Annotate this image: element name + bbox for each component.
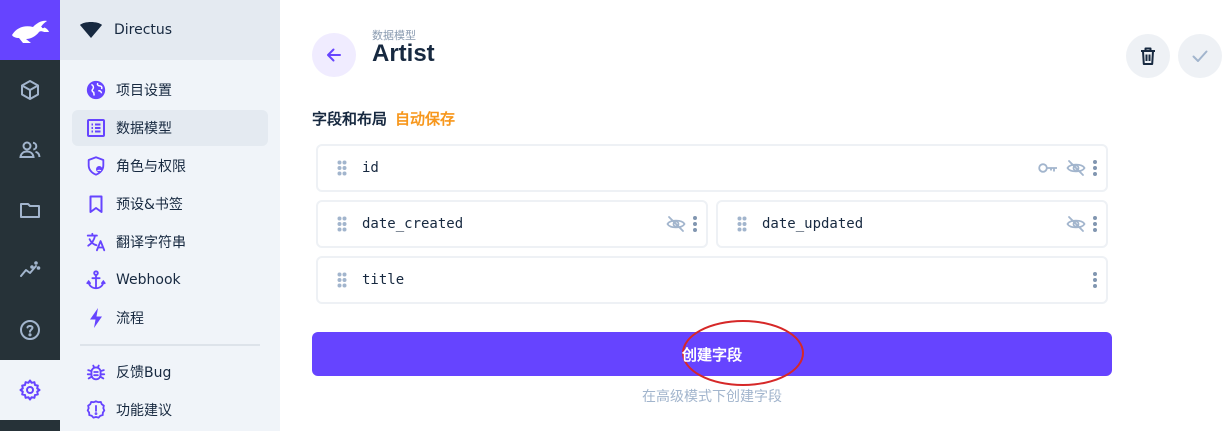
module-insights[interactable]	[0, 240, 60, 300]
users-icon	[19, 141, 41, 158]
field-actions	[1066, 213, 1098, 235]
project-header[interactable]: Directus	[60, 0, 280, 60]
project-name: Directus	[114, 22, 173, 38]
directus-logo[interactable]	[0, 0, 60, 60]
rabbit-logo-icon	[12, 20, 49, 43]
field-name: date_created	[362, 216, 464, 232]
page-header: 数据模型 Artist	[280, 0, 1231, 110]
module-users[interactable]	[0, 120, 60, 180]
delete-button[interactable]	[1126, 34, 1170, 78]
nav-item-webhook[interactable]: Webhook	[72, 262, 268, 298]
field-name: date_updated	[762, 216, 864, 232]
settings-navigation: Directus 项目设置 数据模型 角色与权限 预设&书签 翻译字符串 Web…	[60, 0, 280, 431]
module-docs[interactable]	[0, 300, 60, 360]
check-icon	[1192, 50, 1208, 62]
list-alt-icon	[84, 116, 108, 140]
nav-item-translations[interactable]: 翻译字符串	[72, 224, 268, 260]
drag-handle-icon[interactable]	[330, 212, 354, 236]
field-row-date-created[interactable]: date_created	[316, 200, 708, 248]
field-actions	[1092, 269, 1098, 291]
nav-item-feature-request[interactable]: 功能建议	[72, 392, 268, 428]
insights-icon	[20, 261, 41, 277]
more-icon[interactable]	[1092, 269, 1098, 291]
drag-handle-icon[interactable]	[330, 268, 354, 292]
field-actions	[666, 213, 698, 235]
autosave-indicator: 自动保存	[395, 110, 456, 128]
arrow-left-icon	[327, 48, 341, 62]
nav-item-presets[interactable]: 预设&书签	[72, 186, 268, 222]
module-content[interactable]	[0, 60, 60, 120]
field-row-title[interactable]: title	[316, 256, 1108, 304]
help-icon	[20, 320, 40, 340]
nav-item-label: 功能建议	[116, 403, 172, 419]
drag-handle-icon[interactable]	[330, 156, 354, 180]
main-content: 数据模型 Artist 字段和布局 自动保存 id date_created d…	[280, 0, 1231, 431]
shield-icon	[84, 154, 108, 178]
field-actions	[1038, 157, 1098, 179]
anchor-icon	[84, 268, 108, 292]
create-field-label: 创建字段	[681, 345, 742, 364]
create-in-advanced-mode-link[interactable]: 在高级模式下创建字段	[312, 386, 1112, 406]
nav-item-data-model[interactable]: 数据模型	[72, 110, 268, 146]
idea-icon	[84, 398, 108, 422]
hidden-icon[interactable]	[666, 213, 686, 235]
more-icon[interactable]	[1092, 213, 1098, 235]
create-field-button[interactable]: 创建字段	[312, 320, 1112, 386]
fields-section-title: 字段和布局 自动保存	[312, 108, 455, 129]
hidden-icon[interactable]	[1066, 157, 1086, 179]
more-icon[interactable]	[692, 213, 698, 235]
bug-icon	[84, 360, 108, 384]
bookmark-icon	[84, 192, 108, 216]
section-title-text: 字段和布局	[312, 110, 388, 128]
nav-list: 项目设置 数据模型 角色与权限 预设&书签 翻译字符串 Webhook 流程 反…	[60, 60, 280, 428]
field-row-date-updated[interactable]: date_updated	[716, 200, 1108, 248]
page-title: Artist	[372, 40, 435, 67]
globe-icon	[84, 78, 108, 102]
nav-item-flows[interactable]: 流程	[72, 300, 268, 336]
key-icon	[1038, 157, 1058, 179]
module-bar	[0, 0, 60, 431]
nav-item-label: 流程	[116, 311, 144, 327]
drag-handle-icon[interactable]	[730, 212, 754, 236]
nav-item-label: 预设&书签	[116, 197, 183, 213]
nav-item-label: 项目设置	[116, 83, 172, 99]
bolt-icon	[84, 306, 108, 330]
back-button[interactable]	[312, 33, 356, 77]
module-settings[interactable]	[0, 360, 60, 420]
gear-icon	[19, 379, 41, 401]
nav-item-label: 反馈Bug	[116, 365, 172, 381]
nav-item-project-settings[interactable]: 项目设置	[72, 72, 268, 108]
translate-icon	[84, 230, 108, 254]
nav-item-roles[interactable]: 角色与权限	[72, 148, 268, 184]
project-logo-icon	[80, 22, 102, 38]
box-icon	[21, 80, 39, 100]
nav-item-label: 角色与权限	[116, 159, 186, 175]
nav-item-label: Webhook	[116, 272, 181, 288]
nav-item-report-bug[interactable]: 反馈Bug	[72, 354, 268, 390]
field-row-id[interactable]: id	[316, 144, 1108, 192]
hidden-icon[interactable]	[1066, 213, 1086, 235]
module-files[interactable]	[0, 180, 60, 240]
nav-divider	[80, 344, 260, 346]
more-icon[interactable]	[1092, 157, 1098, 179]
save-button[interactable]	[1178, 34, 1222, 78]
nav-item-label: 翻译字符串	[116, 235, 186, 251]
field-name: title	[362, 272, 405, 288]
trash-icon	[1141, 47, 1155, 65]
field-name: id	[362, 160, 379, 176]
nav-item-label: 数据模型	[116, 121, 172, 137]
folder-icon	[20, 203, 40, 218]
